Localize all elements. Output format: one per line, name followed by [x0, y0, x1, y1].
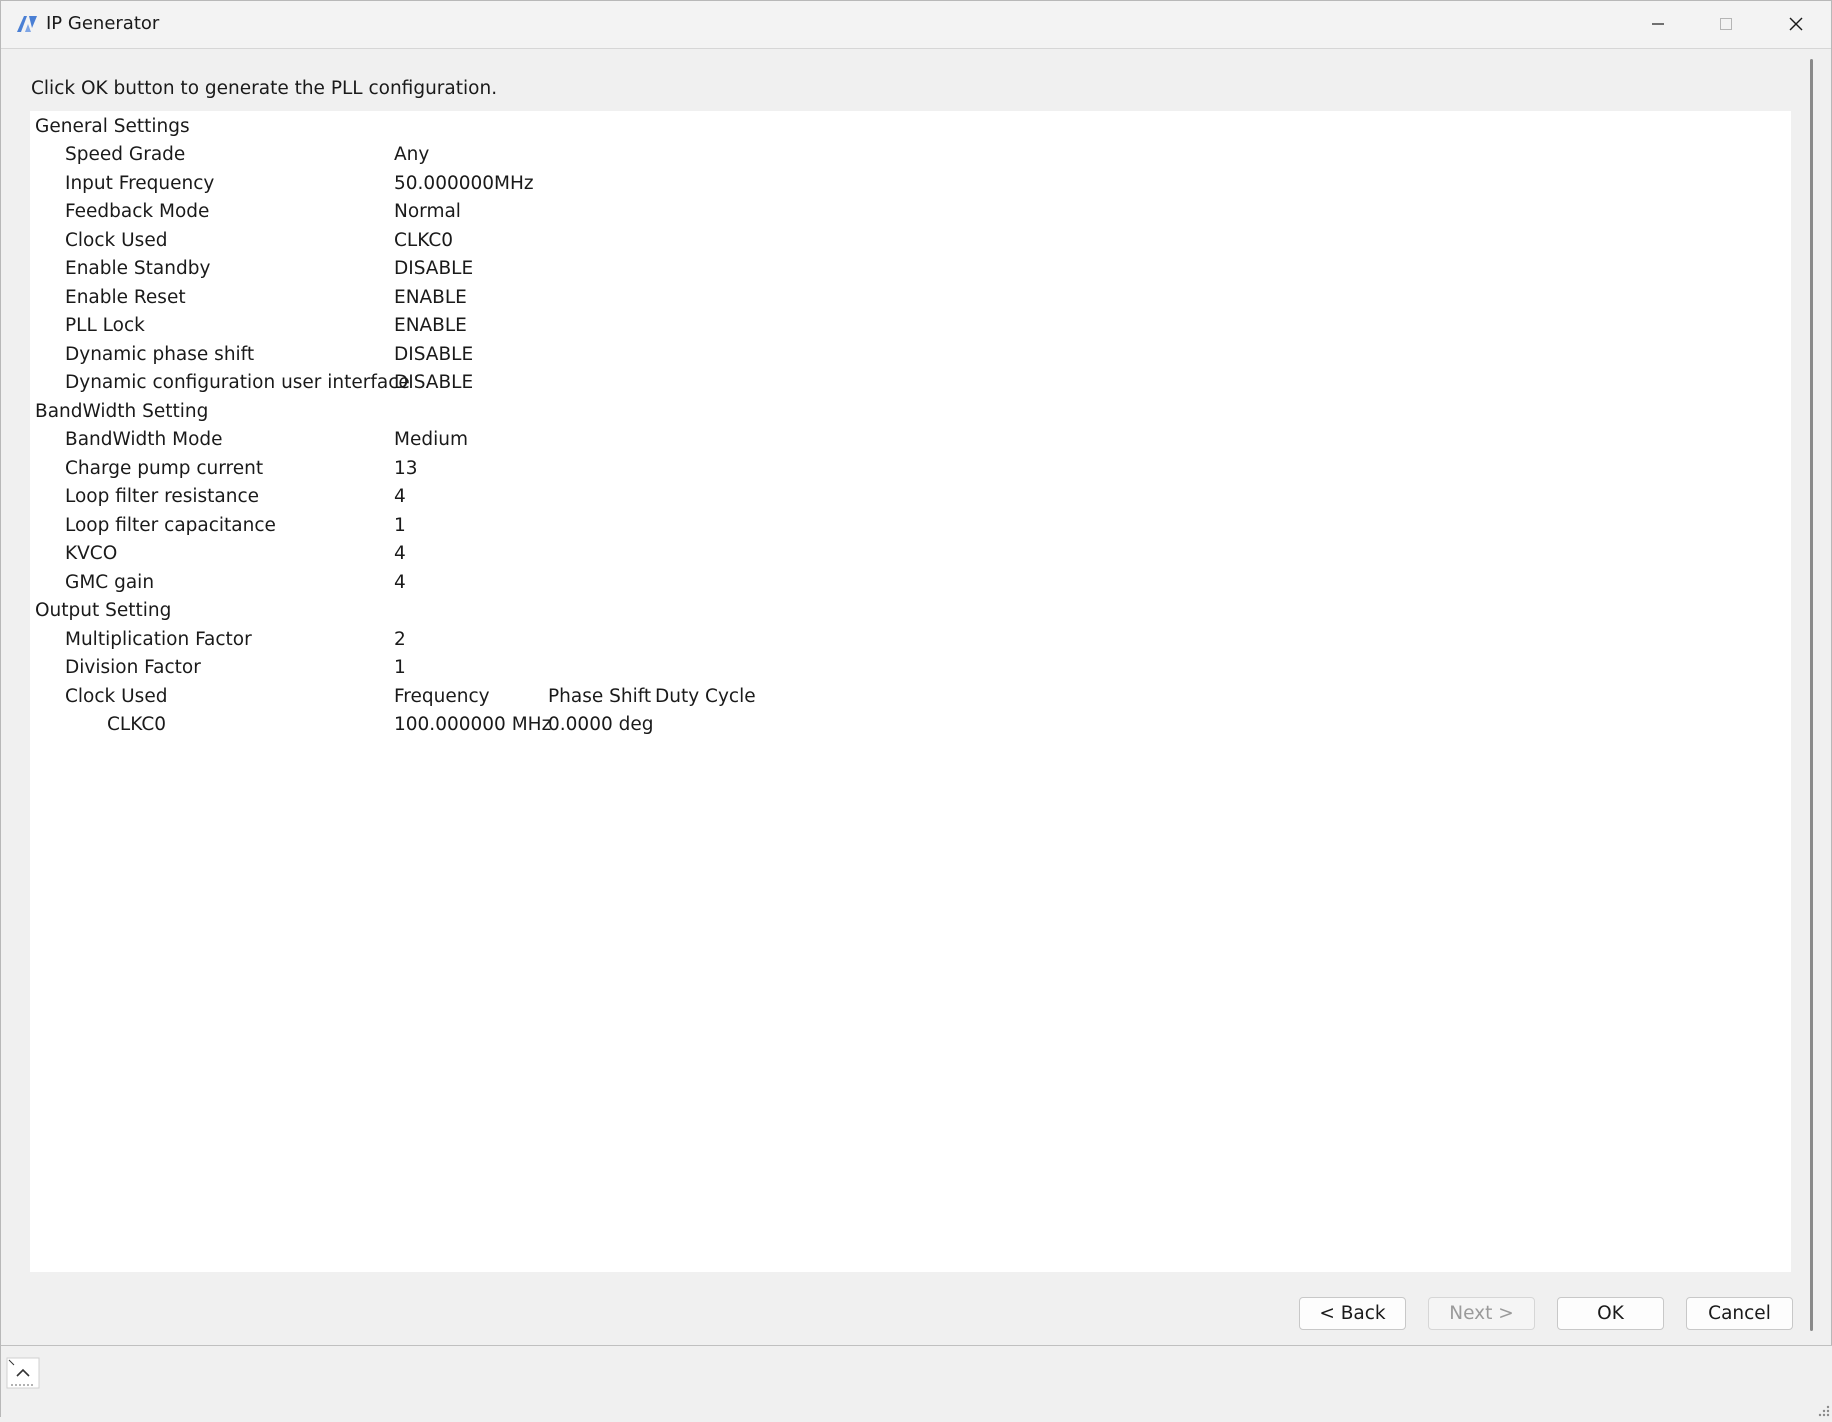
vertical-scrollbar[interactable]	[1807, 59, 1821, 1331]
clock-name: CLKC0	[107, 714, 167, 735]
setting-value: DISABLE	[394, 258, 474, 279]
setting-value: 50.000000MHz	[394, 173, 534, 194]
setting-value: Normal	[394, 201, 461, 222]
setting-value: DISABLE	[394, 372, 474, 393]
setting-value: ENABLE	[394, 287, 467, 308]
section-label: General Settings	[35, 116, 190, 137]
setting-label: Multiplication Factor	[65, 629, 252, 650]
ok-button[interactable]: OK	[1557, 1297, 1664, 1330]
setting-label: Division Factor	[65, 657, 201, 678]
next-button[interactable]: Next >	[1428, 1297, 1535, 1330]
setting-label: Charge pump current	[65, 458, 264, 479]
setting-value: 1	[394, 515, 406, 536]
instruction-text: Click OK button to generate the PLL conf…	[31, 78, 498, 99]
ip-generator-window: IP Generator Click OK button to generate…	[0, 0, 1832, 1419]
setting-value: 13	[394, 458, 418, 479]
duty-cycle-column-header: Duty Cycle	[655, 686, 756, 707]
setting-value: 2	[394, 629, 406, 650]
frequency-column-header: Frequency	[394, 686, 490, 707]
setting-label: Enable Standby	[65, 258, 211, 279]
minimize-icon	[1650, 16, 1666, 32]
cancel-button[interactable]: Cancel	[1686, 1297, 1793, 1330]
section-label: Output Setting	[35, 600, 172, 621]
setting-label: Feedback Mode	[65, 201, 210, 222]
setting-value: ENABLE	[394, 315, 467, 336]
setting-value: 4	[394, 572, 406, 593]
minimize-button[interactable]	[1623, 1, 1693, 47]
setting-label: Loop filter capacitance	[65, 515, 276, 536]
setting-label: Dynamic phase shift	[65, 344, 255, 365]
clock-frequency: 100.000000 MHz	[394, 714, 552, 735]
setting-value: CLKC0	[394, 230, 454, 251]
clock-phase-shift: 0.0000 deg	[548, 714, 654, 735]
status-bar	[1, 1345, 1832, 1419]
title-bar[interactable]: IP Generator	[1, 1, 1831, 49]
setting-label: Speed Grade	[65, 144, 186, 165]
phase-shift-column-header: Phase Shift	[548, 686, 652, 707]
clock-used-label: Clock Used	[65, 686, 168, 707]
window-title: IP Generator	[46, 13, 160, 34]
setting-value: Any	[394, 144, 430, 165]
collapse-up-icon[interactable]	[5, 1356, 41, 1390]
setting-label: Enable Reset	[65, 287, 186, 308]
section-label: BandWidth Setting	[35, 401, 209, 422]
setting-label: BandWidth Mode	[65, 429, 223, 450]
setting-value: Medium	[394, 429, 468, 450]
maximize-icon	[1718, 16, 1734, 32]
app-logo-icon	[15, 14, 39, 34]
setting-label: Input Frequency	[65, 173, 215, 194]
close-button[interactable]	[1761, 1, 1831, 47]
setting-value: DISABLE	[394, 344, 474, 365]
configuration-summary-panel: General Settings Speed Grade Any Input F…	[30, 111, 1791, 1272]
close-icon	[1788, 16, 1804, 32]
setting-label: PLL Lock	[65, 315, 145, 336]
setting-value: 4	[394, 486, 406, 507]
setting-label: GMC gain	[65, 572, 155, 593]
setting-label: Clock Used	[65, 230, 168, 251]
setting-label: Dynamic configuration user interface	[65, 372, 410, 393]
scrollbar-thumb[interactable]	[1810, 59, 1813, 1331]
setting-label: Loop filter resistance	[65, 486, 260, 507]
maximize-button[interactable]	[1691, 1, 1761, 47]
setting-value: 1	[394, 657, 406, 678]
setting-label: KVCO	[65, 543, 118, 564]
resize-grip-icon[interactable]	[1817, 1403, 1831, 1417]
back-button[interactable]: < Back	[1299, 1297, 1406, 1330]
setting-value: 4	[394, 543, 406, 564]
